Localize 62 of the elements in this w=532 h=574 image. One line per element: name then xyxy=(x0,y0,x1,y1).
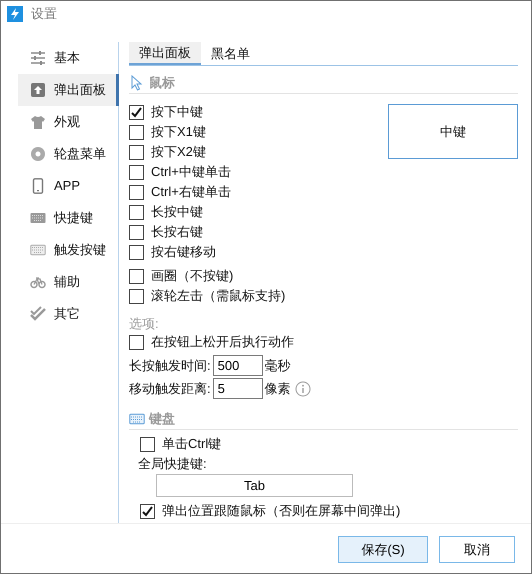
double-check-icon xyxy=(30,306,46,322)
checkbox-label: 画圈（不按键) xyxy=(151,267,234,286)
checkbox[interactable] xyxy=(129,164,144,180)
checkbox[interactable] xyxy=(129,124,144,140)
hotkey-field[interactable]: Tab xyxy=(156,474,353,497)
input-field[interactable]: 5 xyxy=(212,378,263,399)
checkbox[interactable] xyxy=(140,504,155,518)
tab[interactable]: 弹出面板 xyxy=(129,42,201,65)
checkbox[interactable] xyxy=(129,224,144,240)
sidebar-item[interactable]: APP xyxy=(18,170,119,202)
sidebar-item[interactable]: 快捷键 xyxy=(18,202,119,234)
checkbox-label: 弹出位置跟随鼠标（否则在屏幕中间弹出) xyxy=(162,502,400,520)
unit-label: 毫秒 xyxy=(264,356,291,375)
checkbox-label: 按下X2键 xyxy=(151,143,206,162)
section-title: 鼠标 xyxy=(149,74,175,92)
sidebar-item[interactable]: 外观 xyxy=(18,106,119,138)
info-icon[interactable] xyxy=(294,380,311,396)
checkbox-label: 滚轮左击（需鼠标支持) xyxy=(151,287,286,306)
sidebar-item[interactable]: 辅助 xyxy=(18,266,119,298)
window-title: 设置 xyxy=(31,5,57,24)
key-preview-box: 中键 xyxy=(388,104,518,159)
checkbox[interactable] xyxy=(129,334,144,350)
phone-icon xyxy=(30,178,46,194)
checkbox[interactable] xyxy=(129,104,144,120)
checkbox-label: 长按右键 xyxy=(151,223,203,242)
checkbox[interactable] xyxy=(129,288,144,304)
app-logo-icon xyxy=(7,6,23,22)
section-title: 键盘 xyxy=(149,410,175,428)
sidebar-item[interactable]: 其它 xyxy=(18,298,119,330)
cursor-icon xyxy=(129,74,145,90)
sliders-icon xyxy=(30,50,46,66)
checkbox[interactable] xyxy=(129,268,144,284)
field-label: 移动触发距离: xyxy=(129,380,211,398)
sidebar-item[interactable]: 触发按键 xyxy=(18,234,119,266)
checkbox[interactable] xyxy=(129,244,144,260)
upload-icon xyxy=(30,82,46,98)
checkbox-label: Ctrl+右键单击 xyxy=(151,183,231,202)
save-button[interactable]: 保存(S) xyxy=(338,536,428,563)
cancel-button[interactable]: 取消 xyxy=(439,536,515,563)
options-label: 选项: xyxy=(129,316,160,332)
checkbox-label: 按右键移动 xyxy=(151,243,216,262)
checkbox-label: 在按钮上松开后执行动作 xyxy=(151,333,294,352)
unit-label: 像素 xyxy=(264,380,291,398)
checkbox-label: Ctrl+中键单击 xyxy=(151,163,231,182)
field-label: 长按触发时间: xyxy=(129,356,211,375)
checkbox[interactable] xyxy=(129,204,144,220)
shirt-icon xyxy=(30,114,46,130)
field-label: 全局快捷键: xyxy=(137,455,208,473)
checkbox[interactable] xyxy=(129,184,144,200)
checkbox-label: 按下X1键 xyxy=(151,123,206,142)
keyboard-icon xyxy=(30,242,46,258)
checkbox[interactable] xyxy=(140,436,155,452)
sidebar-item[interactable]: 轮盘菜单 xyxy=(18,138,119,170)
checkbox[interactable] xyxy=(129,144,144,160)
checkbox-label: 按下中键 xyxy=(151,103,203,122)
sidebar-item[interactable]: 弹出面板 xyxy=(18,74,119,106)
disc-icon xyxy=(30,146,46,162)
tab[interactable]: 黑名单 xyxy=(201,42,260,65)
keyboard-icon xyxy=(30,210,46,226)
input-field[interactable]: 500 xyxy=(212,355,263,376)
checkbox-label: 单击Ctrl键 xyxy=(162,435,222,454)
checkbox-label: 长按中键 xyxy=(151,203,203,222)
